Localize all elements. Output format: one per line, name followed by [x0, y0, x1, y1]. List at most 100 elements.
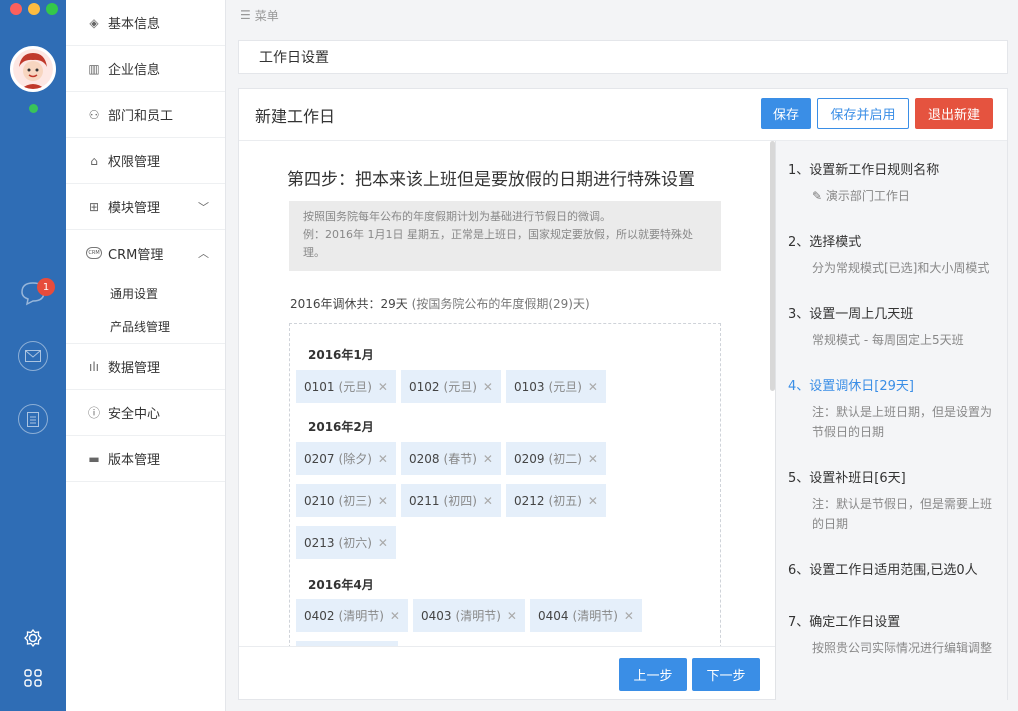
holiday-summary: 2016年调休共：29天 (按国务院公布的年度假期(29)天): [290, 295, 590, 312]
exit-new-button[interactable]: 退出新建: [915, 98, 993, 129]
holiday-tag: 0403 (清明节) ✕: [413, 599, 525, 632]
holiday-tag: 0213 (初六) ✕: [296, 526, 396, 559]
tag-holiday: (初四): [443, 494, 477, 508]
holiday-tag: 0404 (清明节) ✕: [530, 599, 642, 632]
remove-icon[interactable]: ✕: [483, 452, 493, 466]
remove-icon[interactable]: ✕: [588, 452, 598, 466]
holiday-tag: 0210 (初三) ✕: [296, 484, 396, 517]
page-title: 工作日设置: [259, 50, 329, 66]
apps-grid-icon[interactable]: [23, 668, 43, 693]
nav-item-basic-info[interactable]: ◈ 基本信息: [66, 0, 225, 46]
holiday-tag: 0402 (清明节) ✕: [296, 599, 408, 632]
remove-icon[interactable]: ✕: [378, 536, 388, 550]
chevron-down-icon: ﹀: [198, 200, 209, 214]
nav-item-label: 数据管理: [108, 361, 161, 376]
tag-holiday: (初六): [338, 536, 372, 550]
step-4-title[interactable]: 4、设置调休日[29天]: [788, 375, 914, 394]
remove-icon[interactable]: ✕: [483, 380, 493, 394]
summary-note: (按国务院公布的年度假期(29)天): [411, 297, 590, 311]
bar-chart-icon: ılı: [88, 359, 99, 374]
panel-header: 新建工作日 保存 保存并启用 退出新建: [239, 89, 1007, 141]
step-6-title[interactable]: 6、设置工作日适用范围,已选0人: [788, 559, 978, 578]
tag-holiday: (除夕): [338, 452, 372, 466]
nav-item-data[interactable]: ılı 数据管理: [66, 344, 225, 390]
notice-line: 按照国务院每年公布的年度假期计划为基础进行节假日的微调。: [303, 210, 611, 223]
window-controls: [10, 3, 58, 15]
holiday-tag: 0211 (初四) ✕: [401, 484, 501, 517]
app-rail: 1: [0, 0, 66, 711]
save-and-enable-button[interactable]: 保存并启用: [817, 98, 909, 129]
document-icon[interactable]: [18, 404, 48, 434]
remove-icon[interactable]: ✕: [378, 380, 388, 394]
new-workday-panel: 新建工作日 保存 保存并启用 退出新建 第四步：把本来该上班但是要放假的日期进行…: [238, 88, 1008, 700]
hamburger-icon[interactable]: ☰: [240, 8, 251, 22]
nav-item-security[interactable]: ⓘ 安全中心: [66, 390, 225, 436]
tag-date: 0212: [514, 493, 545, 508]
nav-item-permissions[interactable]: ⌂ 权限管理: [66, 138, 225, 184]
tag-holiday: (春节): [443, 452, 477, 466]
step-5-title[interactable]: 5、设置补班日[6天]: [788, 467, 906, 486]
remove-icon[interactable]: ✕: [588, 380, 598, 394]
tag-date: 0210: [304, 493, 335, 508]
steps-sidebar: 1、设置新工作日规则名称 ✎ 演示部门工作日 2、选择模式 分为常规模式[已选]…: [776, 141, 1007, 700]
month-heading: 2016年2月: [308, 420, 374, 434]
maximize-window-button[interactable]: [46, 3, 58, 15]
month-heading: 2016年4月: [308, 578, 374, 592]
nav-subitem-product-lines[interactable]: 产品线管理: [66, 310, 225, 344]
nav-item-label: 模块管理: [108, 201, 161, 216]
step-2-title[interactable]: 2、选择模式: [788, 231, 861, 250]
minimize-window-button[interactable]: [28, 3, 40, 15]
nav-item-label: 部门和员工: [108, 109, 174, 124]
nav-item-crm[interactable]: CRM CRM管理 ︿: [66, 230, 225, 276]
tag-holiday: (元旦): [443, 380, 477, 394]
holiday-list: 2016年1月 0101 (元旦) ✕ 0102 (元旦) ✕ 0103 (元旦…: [289, 323, 721, 646]
remove-icon[interactable]: ✕: [588, 494, 598, 508]
nav-item-departments[interactable]: ⚇ 部门和员工: [66, 92, 225, 138]
mail-icon[interactable]: [18, 341, 48, 371]
remove-icon[interactable]: ✕: [507, 609, 517, 623]
holiday-tag: 0212 (初五) ✕: [506, 484, 606, 517]
nav-subitem-label: 产品线管理: [110, 320, 171, 334]
tag-date: 0209: [514, 451, 545, 466]
lock-icon: ⌂: [90, 153, 98, 168]
nav-item-version[interactable]: ▬ 版本管理: [66, 436, 225, 482]
step-1-title[interactable]: 1、设置新工作日规则名称: [788, 159, 939, 178]
save-button[interactable]: 保存: [761, 98, 811, 129]
remove-icon[interactable]: ✕: [390, 609, 400, 623]
notice-box: 按照国务院每年公布的年度假期计划为基础进行节假日的微调。 例：2016年 1月1…: [289, 201, 721, 271]
alert-circle-icon: ⓘ: [87, 406, 100, 420]
nav-item-label: 基本信息: [108, 17, 161, 32]
holiday-tag: 0101 (元旦) ✕: [296, 370, 396, 403]
sidebar-nav: ◈ 基本信息 ▥ 企业信息 ⚇ 部门和员工 ⌂ 权限管理 ⊞ 模块管理 ﹀ CR…: [66, 0, 226, 711]
holiday-tag: 0207 (除夕) ✕: [296, 442, 396, 475]
step-3-title[interactable]: 3、设置一周上几天班: [788, 303, 913, 322]
remove-icon[interactable]: ✕: [378, 494, 388, 508]
holiday-tag: 0103 (元旦) ✕: [506, 370, 606, 403]
remove-icon[interactable]: ✕: [624, 609, 634, 623]
previous-step-button[interactable]: 上一步: [619, 658, 687, 691]
remove-icon[interactable]: ✕: [483, 494, 493, 508]
chat-badge: 1: [37, 278, 55, 296]
settings-gear-icon[interactable]: [23, 628, 43, 653]
menu-bar: ☰ 菜单: [226, 0, 1018, 30]
panel-title: 新建工作日: [255, 106, 336, 126]
remove-icon[interactable]: ✕: [378, 452, 388, 466]
tag-holiday: (初五): [548, 494, 582, 508]
close-window-button[interactable]: [10, 3, 22, 15]
nav-item-label: CRM管理: [108, 247, 164, 263]
version-icon: ▬: [88, 451, 100, 466]
tag-date: 0208: [409, 451, 440, 466]
step-7-title[interactable]: 7、确定工作日设置: [788, 611, 900, 630]
nav-item-modules[interactable]: ⊞ 模块管理 ﹀: [66, 184, 225, 230]
holiday-tag: 0208 (春节) ✕: [401, 442, 501, 475]
step-1-desc-text: 演示部门工作日: [825, 189, 910, 203]
nav-item-company-info[interactable]: ▥ 企业信息: [66, 46, 225, 92]
nav-item-label: 企业信息: [108, 63, 161, 78]
avatar[interactable]: [10, 46, 56, 92]
avatar-image: [13, 49, 53, 89]
menu-label[interactable]: 菜单: [255, 7, 279, 24]
nav-subitem-general-settings[interactable]: 通用设置: [66, 276, 225, 310]
step-2-desc: 分为常规模式[已选]和大小周模式: [812, 261, 990, 275]
next-step-button[interactable]: 下一步: [692, 658, 760, 691]
tag-holiday: (初三): [338, 494, 372, 508]
